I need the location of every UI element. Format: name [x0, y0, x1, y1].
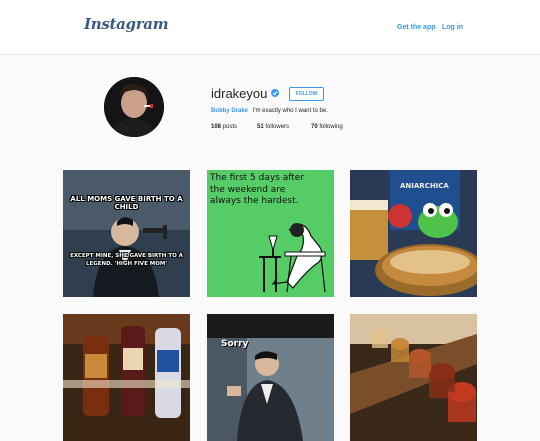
- meme-bottom-text: EXCEPT MINE, SHE GAVE BIRTH TO A LEGEND.…: [70, 253, 183, 267]
- svg-text:ANIARCHICA: ANIARCHICA: [400, 182, 449, 190]
- following-label: following: [319, 124, 343, 130]
- post-image: [350, 314, 477, 441]
- post-tile-archer-sorry[interactable]: Sorry: [207, 314, 334, 441]
- followers-label: followers: [265, 124, 290, 130]
- post-image: ANIARCHICA: [350, 170, 477, 297]
- verified-badge-icon: [271, 89, 279, 97]
- profile-bio: Bobby Drake I'm exactly who I want to be…: [211, 108, 328, 114]
- post-tile-ecard[interactable]: The first 5 days after the weekend are a…: [207, 170, 334, 297]
- profile-full-name: Bobby Drake: [211, 108, 249, 114]
- post-image: [63, 170, 190, 297]
- profile-username: idrakeyou: [211, 86, 268, 101]
- following-count: 70: [311, 124, 318, 130]
- sorry-caption: Sorry: [221, 339, 249, 349]
- posts-count: 108: [211, 124, 222, 130]
- instagram-logo[interactable]: Instagram: [84, 15, 169, 33]
- post-tile-bottles[interactable]: [63, 314, 190, 441]
- profile-avatar[interactable]: [104, 77, 164, 137]
- followers-stat[interactable]: 51 followers: [257, 124, 289, 130]
- post-tile-beer-frog[interactable]: ANIARCHICA: [350, 170, 477, 297]
- ecard-text: The first 5 days after the weekend are a…: [210, 173, 305, 206]
- avatar-photo: [104, 77, 164, 137]
- post-tile-archer-meme[interactable]: ALL MOMS GAVE BIRTH TO A CHILD EXCEPT MI…: [63, 170, 190, 297]
- meme-top-text: ALL MOMS GAVE BIRTH TO A CHILD: [70, 195, 183, 211]
- post-image: [63, 314, 190, 441]
- post-tile-beer-flight[interactable]: [350, 314, 477, 441]
- post-image: [207, 314, 334, 441]
- following-stat[interactable]: 70 following: [311, 124, 343, 130]
- posts-label: posts: [222, 124, 238, 130]
- follow-button[interactable]: FOLLOW: [289, 87, 324, 101]
- profile-bio-text: I'm exactly who I want to be.: [252, 108, 328, 114]
- posts-stat: 108 posts: [211, 124, 237, 130]
- log-in-link[interactable]: Log in: [442, 24, 463, 31]
- get-the-app-link[interactable]: Get the app: [397, 24, 436, 31]
- top-navigation-bar: Instagram Get the app Log in: [0, 0, 540, 55]
- followers-count: 51: [257, 124, 264, 130]
